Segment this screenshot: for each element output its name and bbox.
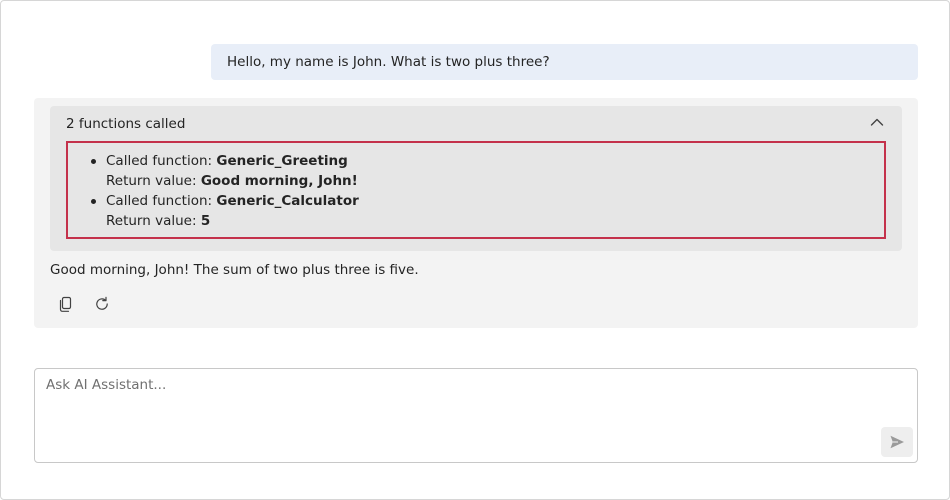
user-message-text: Hello, my name is John. What is two plus… xyxy=(227,54,550,70)
called-function-line: Called function: Generic_Greeting xyxy=(106,151,359,171)
send-icon xyxy=(890,435,904,449)
functions-called-toggle[interactable]: 2 functions called xyxy=(50,106,902,142)
prompt-input[interactable] xyxy=(35,369,917,462)
assistant-message-card: 2 functions called Called function: Gene… xyxy=(34,98,918,328)
refresh-icon xyxy=(96,296,108,310)
assistant-answer-text: Good morning, John! The sum of two plus … xyxy=(50,262,419,278)
functions-called-label: 2 functions called xyxy=(66,116,186,132)
copy-button[interactable] xyxy=(52,290,80,318)
function-name: Generic_Calculator xyxy=(216,193,359,209)
user-message-bubble: Hello, my name is John. What is two plus… xyxy=(211,44,918,80)
return-value: 5 xyxy=(200,213,211,229)
prompt-box xyxy=(34,368,918,463)
return-value-label: Return value: xyxy=(106,173,201,189)
called-function-label: Called function: xyxy=(106,153,217,169)
functions-called-panel: 2 functions called Called function: Gene… xyxy=(50,106,902,251)
return-value-line: Return value: 5 xyxy=(106,211,359,231)
function-call-item: Called function: Generic_Greeting Return… xyxy=(91,151,359,191)
send-button[interactable] xyxy=(881,427,913,457)
return-value-label: Return value: xyxy=(106,213,201,229)
regenerate-button[interactable] xyxy=(88,290,116,318)
return-value-line: Return value: Good morning, John! xyxy=(106,171,359,191)
chat-window: Hello, my name is John. What is two plus… xyxy=(0,0,950,500)
chevron-up-icon xyxy=(870,118,884,126)
called-function-line: Called function: Generic_Calculator xyxy=(106,191,359,211)
function-calls-list: Called function: Generic_Greeting Return… xyxy=(91,151,359,231)
function-call-item: Called function: Generic_Calculator Retu… xyxy=(91,191,359,231)
called-function-label: Called function: xyxy=(106,193,217,209)
copy-icon xyxy=(59,296,72,312)
function-calls-highlight-box: Called function: Generic_Greeting Return… xyxy=(66,141,886,239)
return-value: Good morning, John! xyxy=(200,173,358,189)
function-name: Generic_Greeting xyxy=(216,153,348,169)
